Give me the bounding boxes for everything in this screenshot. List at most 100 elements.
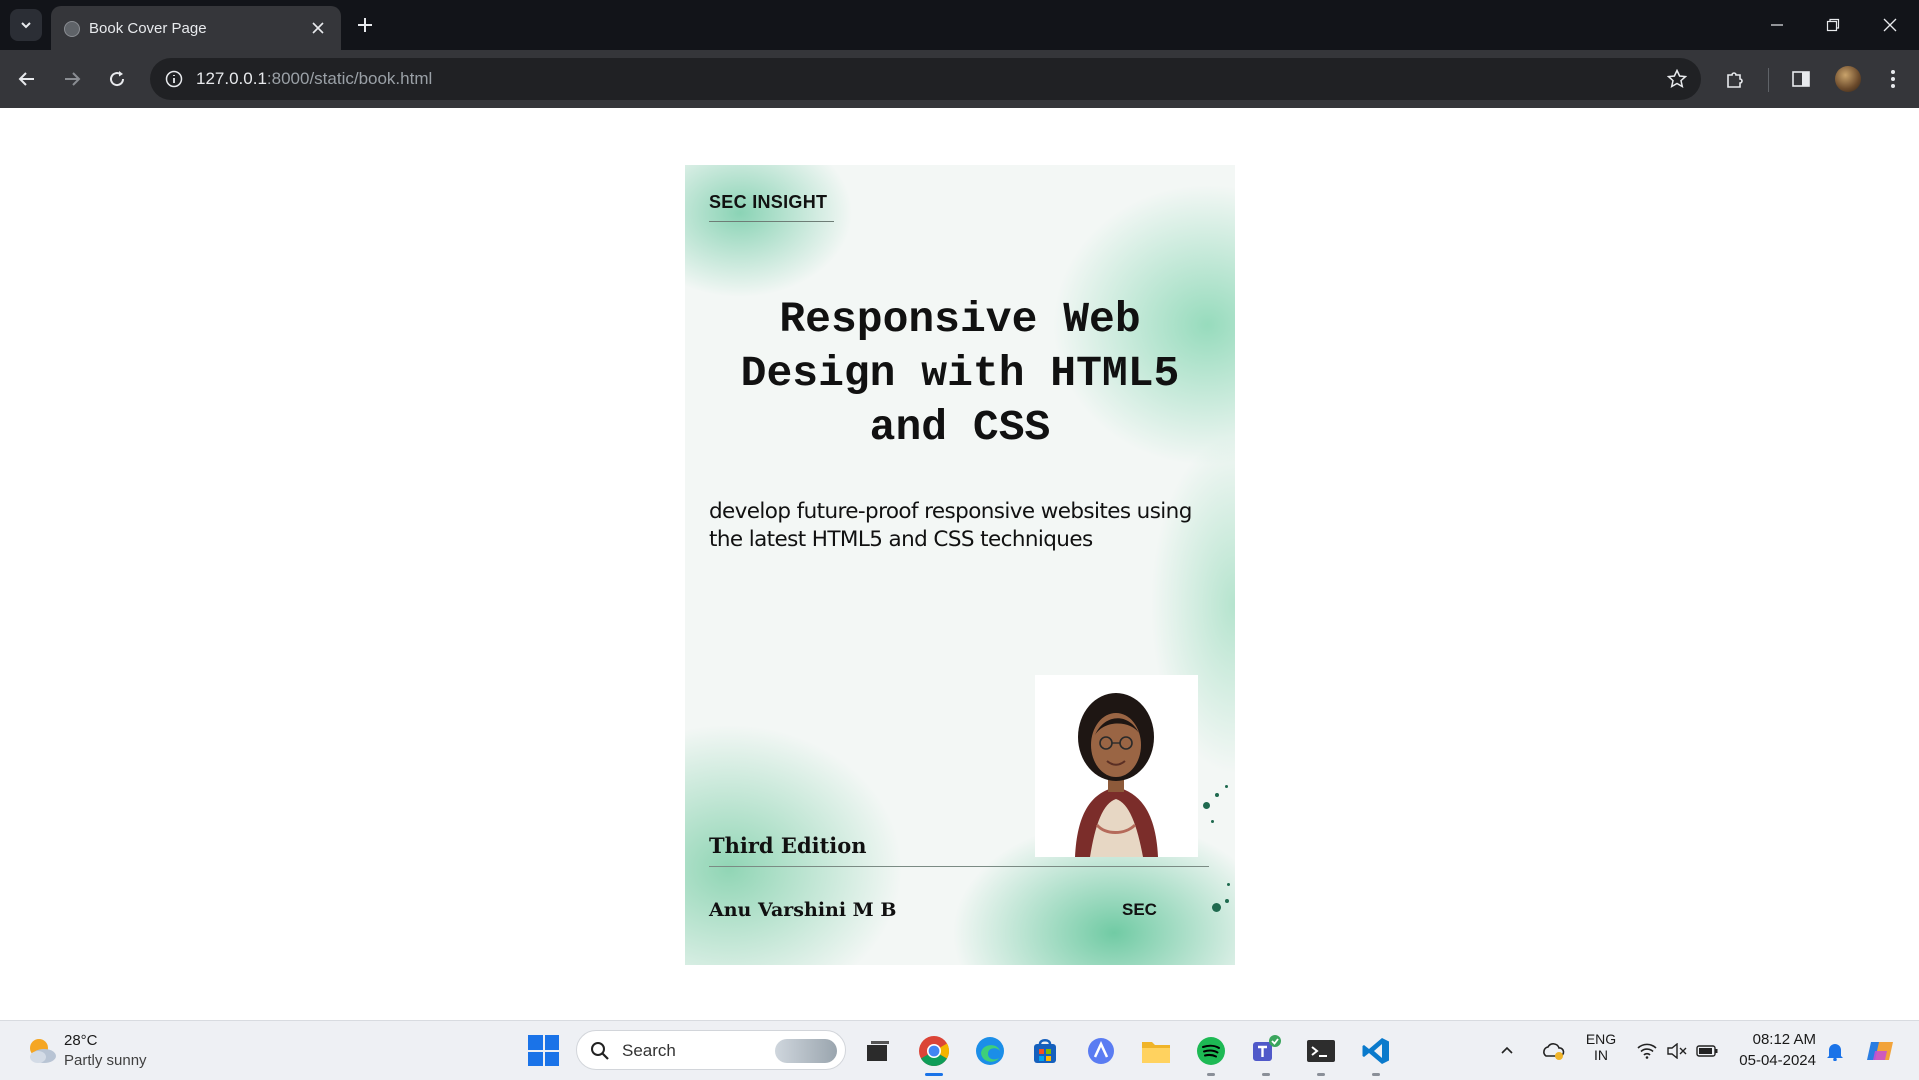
terminal-taskbar-app[interactable] xyxy=(1301,1031,1341,1076)
folder-icon xyxy=(1142,1042,1170,1063)
running-app-indicator xyxy=(1207,1073,1215,1076)
windows-logo-tile xyxy=(544,1051,559,1066)
author-photo xyxy=(1035,675,1198,857)
ink-splatter xyxy=(1212,903,1221,912)
taskbar-search[interactable]: Search xyxy=(576,1030,846,1070)
menu-button[interactable] xyxy=(1876,62,1910,96)
avatar xyxy=(1835,66,1861,92)
terminal-icon xyxy=(1307,1040,1335,1062)
ink-splatter xyxy=(1227,883,1230,886)
tab-title: Book Cover Page xyxy=(89,20,207,37)
volume-muted-icon xyxy=(1667,1043,1687,1059)
publisher-top-label: SEC INSIGHT xyxy=(709,192,828,212)
bookmark-button[interactable] xyxy=(1663,65,1691,93)
volume-tray-icon[interactable] xyxy=(1662,1031,1692,1071)
task-view-button[interactable] xyxy=(858,1031,898,1071)
close-icon xyxy=(312,22,324,34)
active-app-indicator xyxy=(925,1073,943,1076)
notifications-button[interactable] xyxy=(1820,1031,1850,1071)
restore-button[interactable] xyxy=(1805,0,1861,50)
edge-icon xyxy=(976,1037,1004,1065)
extensions-button[interactable] xyxy=(1718,62,1752,96)
toolbar-separator xyxy=(1768,68,1769,92)
new-tab-button[interactable] xyxy=(351,11,379,39)
ink-splatter xyxy=(1203,802,1210,809)
bell-icon xyxy=(1827,1044,1843,1061)
minimize-button[interactable] xyxy=(1749,0,1805,50)
windows-logo-tile xyxy=(544,1035,559,1050)
ink-splatter xyxy=(1215,793,1219,797)
address-bar[interactable]: 127.0.0.1:8000/static/book.html xyxy=(150,58,1701,100)
chevron-down-icon xyxy=(21,22,31,29)
search-icon xyxy=(591,1042,609,1060)
more-vertical-icon xyxy=(1891,70,1895,88)
wifi-icon xyxy=(1637,1043,1657,1059)
browser-tab-active[interactable]: Book Cover Page xyxy=(51,6,341,50)
vscode-taskbar-app[interactable] xyxy=(1356,1031,1396,1076)
region-code: IN xyxy=(1594,1047,1608,1063)
edge-taskbar-app[interactable] xyxy=(970,1031,1010,1071)
arc-taskbar-app[interactable] xyxy=(1081,1031,1121,1071)
book-title-line: Responsive Web xyxy=(779,295,1141,344)
running-app-indicator xyxy=(1317,1073,1325,1076)
url-text[interactable]: 127.0.0.1:8000/static/book.html xyxy=(196,69,432,89)
plus-icon xyxy=(358,18,372,32)
teams-taskbar-app[interactable] xyxy=(1246,1031,1286,1076)
teams-icon xyxy=(1253,1035,1281,1061)
book-subtitle: develop future-proof responsive websites… xyxy=(709,499,1192,552)
weather-description: Partly sunny xyxy=(64,1052,147,1069)
spotify-icon xyxy=(1197,1037,1225,1065)
store-taskbar-app[interactable] xyxy=(1025,1031,1065,1071)
puzzle-icon xyxy=(1727,72,1743,88)
battery-tray-icon[interactable] xyxy=(1692,1031,1722,1071)
tab-search-button[interactable] xyxy=(10,9,42,41)
close-window-button[interactable] xyxy=(1862,0,1918,50)
profile-button[interactable] xyxy=(1831,62,1865,96)
language-code: ENG xyxy=(1585,1031,1617,1047)
copilot-button[interactable] xyxy=(1862,1031,1898,1071)
url-host: 127.0.0.1 xyxy=(196,69,267,88)
start-button[interactable] xyxy=(528,1035,559,1066)
tab-close-button[interactable] xyxy=(307,17,329,39)
language-indicator[interactable]: ENG IN xyxy=(1584,1031,1618,1063)
cover-divider xyxy=(709,866,1209,867)
book-title-line: and CSS xyxy=(869,403,1051,452)
back-button[interactable] xyxy=(10,62,44,96)
globe-icon xyxy=(64,21,80,37)
show-hidden-icons-button[interactable] xyxy=(1492,1031,1522,1071)
book-title-line: Design with HTML5 xyxy=(740,349,1180,398)
windows-logo-tile xyxy=(528,1051,543,1066)
browser-titlebar: Book Cover Page xyxy=(0,0,1919,50)
windows-logo-tile xyxy=(528,1035,543,1050)
arrow-left-icon xyxy=(18,72,34,86)
star-icon xyxy=(1667,69,1687,88)
search-highlight-image xyxy=(775,1039,837,1063)
running-app-indicator xyxy=(1372,1073,1380,1076)
partly-sunny-icon xyxy=(30,1039,56,1063)
minimize-icon xyxy=(1771,24,1783,26)
book-cover: SEC INSIGHT Responsive Web Design with H… xyxy=(685,165,1235,965)
store-icon xyxy=(1034,1039,1056,1063)
wifi-tray-icon[interactable] xyxy=(1632,1031,1662,1071)
onedrive-tray-icon[interactable] xyxy=(1536,1031,1570,1071)
restore-icon xyxy=(1826,18,1840,32)
url-path: :8000/static/book.html xyxy=(266,69,433,88)
file-explorer-taskbar-app[interactable] xyxy=(1136,1031,1176,1071)
reload-icon xyxy=(110,71,125,87)
spotify-taskbar-app[interactable] xyxy=(1191,1031,1231,1076)
chrome-taskbar-app[interactable] xyxy=(914,1031,954,1076)
app-triangle-icon xyxy=(1088,1038,1114,1064)
page-content: SEC INSIGHT Responsive Web Design with H… xyxy=(0,108,1919,1020)
site-info-icon[interactable] xyxy=(162,67,186,91)
side-panel-button[interactable] xyxy=(1784,62,1818,96)
side-panel-icon xyxy=(1792,71,1810,87)
copilot-icon xyxy=(1867,1042,1893,1060)
arrow-right-icon xyxy=(65,72,81,86)
forward-button[interactable] xyxy=(55,62,89,96)
clock-date: 05-04-2024 xyxy=(1739,1052,1816,1069)
browser-toolbar: 127.0.0.1:8000/static/book.html xyxy=(0,50,1919,108)
weather-temperature: 28°C xyxy=(64,1032,98,1049)
clock-time: 08:12 AM xyxy=(1752,1031,1816,1048)
reload-button[interactable] xyxy=(100,62,134,96)
ink-splatter xyxy=(1211,820,1214,823)
